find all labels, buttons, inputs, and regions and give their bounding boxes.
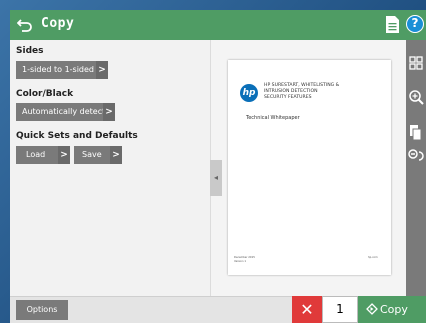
document-title: HP SURESTART, WHITELISTING & INTRUSION D… (264, 83, 340, 100)
remove-page-icon[interactable] (406, 144, 426, 166)
document-footer-left: December 2015 Version 1 (234, 256, 255, 263)
copy-screen: Copy ? Sides 1-sided to 1-sided > Color/… (10, 10, 426, 323)
copies-count-input[interactable]: 1 (322, 296, 358, 323)
color-value: Automatically detect (22, 107, 106, 116)
zoom-in-icon[interactable] (406, 86, 426, 108)
back-arrow-icon[interactable] (17, 17, 33, 33)
document-footer-right: hp.com (368, 256, 378, 259)
hp-logo: hp (240, 84, 258, 102)
copy-button[interactable]: Copy (358, 296, 426, 323)
add-page-icon[interactable] (406, 122, 426, 144)
sides-value: 1-sided to 1-sided (22, 65, 95, 74)
load-button[interactable]: Load > (16, 146, 70, 164)
sides-label: Sides (16, 46, 44, 56)
save-button[interactable]: Save > (74, 146, 122, 164)
chevron-right-icon: > (58, 146, 70, 164)
load-label: Load (26, 150, 46, 159)
settings-panel: Sides 1-sided to 1-sided > Color/Black A… (10, 40, 210, 296)
header-bar: Copy ? (10, 10, 426, 40)
document-icon[interactable] (386, 16, 399, 33)
copy-start-icon (366, 303, 378, 315)
save-label: Save (82, 150, 102, 159)
collapse-panel-button[interactable]: ◂ (210, 160, 222, 196)
document-preview[interactable]: hp HP SURESTART, WHITELISTING & INTRUSIO… (228, 60, 391, 275)
cancel-button[interactable]: ✕ (292, 296, 322, 323)
page-title: Copy (41, 16, 75, 31)
quick-sets-label: Quick Sets and Defaults (16, 131, 138, 141)
chevron-right-icon: > (103, 103, 115, 121)
grid-view-icon[interactable] (406, 52, 426, 74)
help-icon[interactable]: ? (406, 15, 424, 33)
preview-toolbar (406, 40, 426, 296)
copy-label: Copy (380, 303, 408, 316)
chevron-right-icon: > (96, 61, 108, 79)
sides-button[interactable]: 1-sided to 1-sided > (16, 61, 108, 79)
document-subtitle: Technical Whitepaper (246, 115, 300, 121)
options-button[interactable]: Options (16, 300, 68, 320)
color-label: Color/Black (16, 89, 74, 99)
chevron-right-icon: > (110, 146, 122, 164)
color-button[interactable]: Automatically detect > (16, 103, 115, 121)
